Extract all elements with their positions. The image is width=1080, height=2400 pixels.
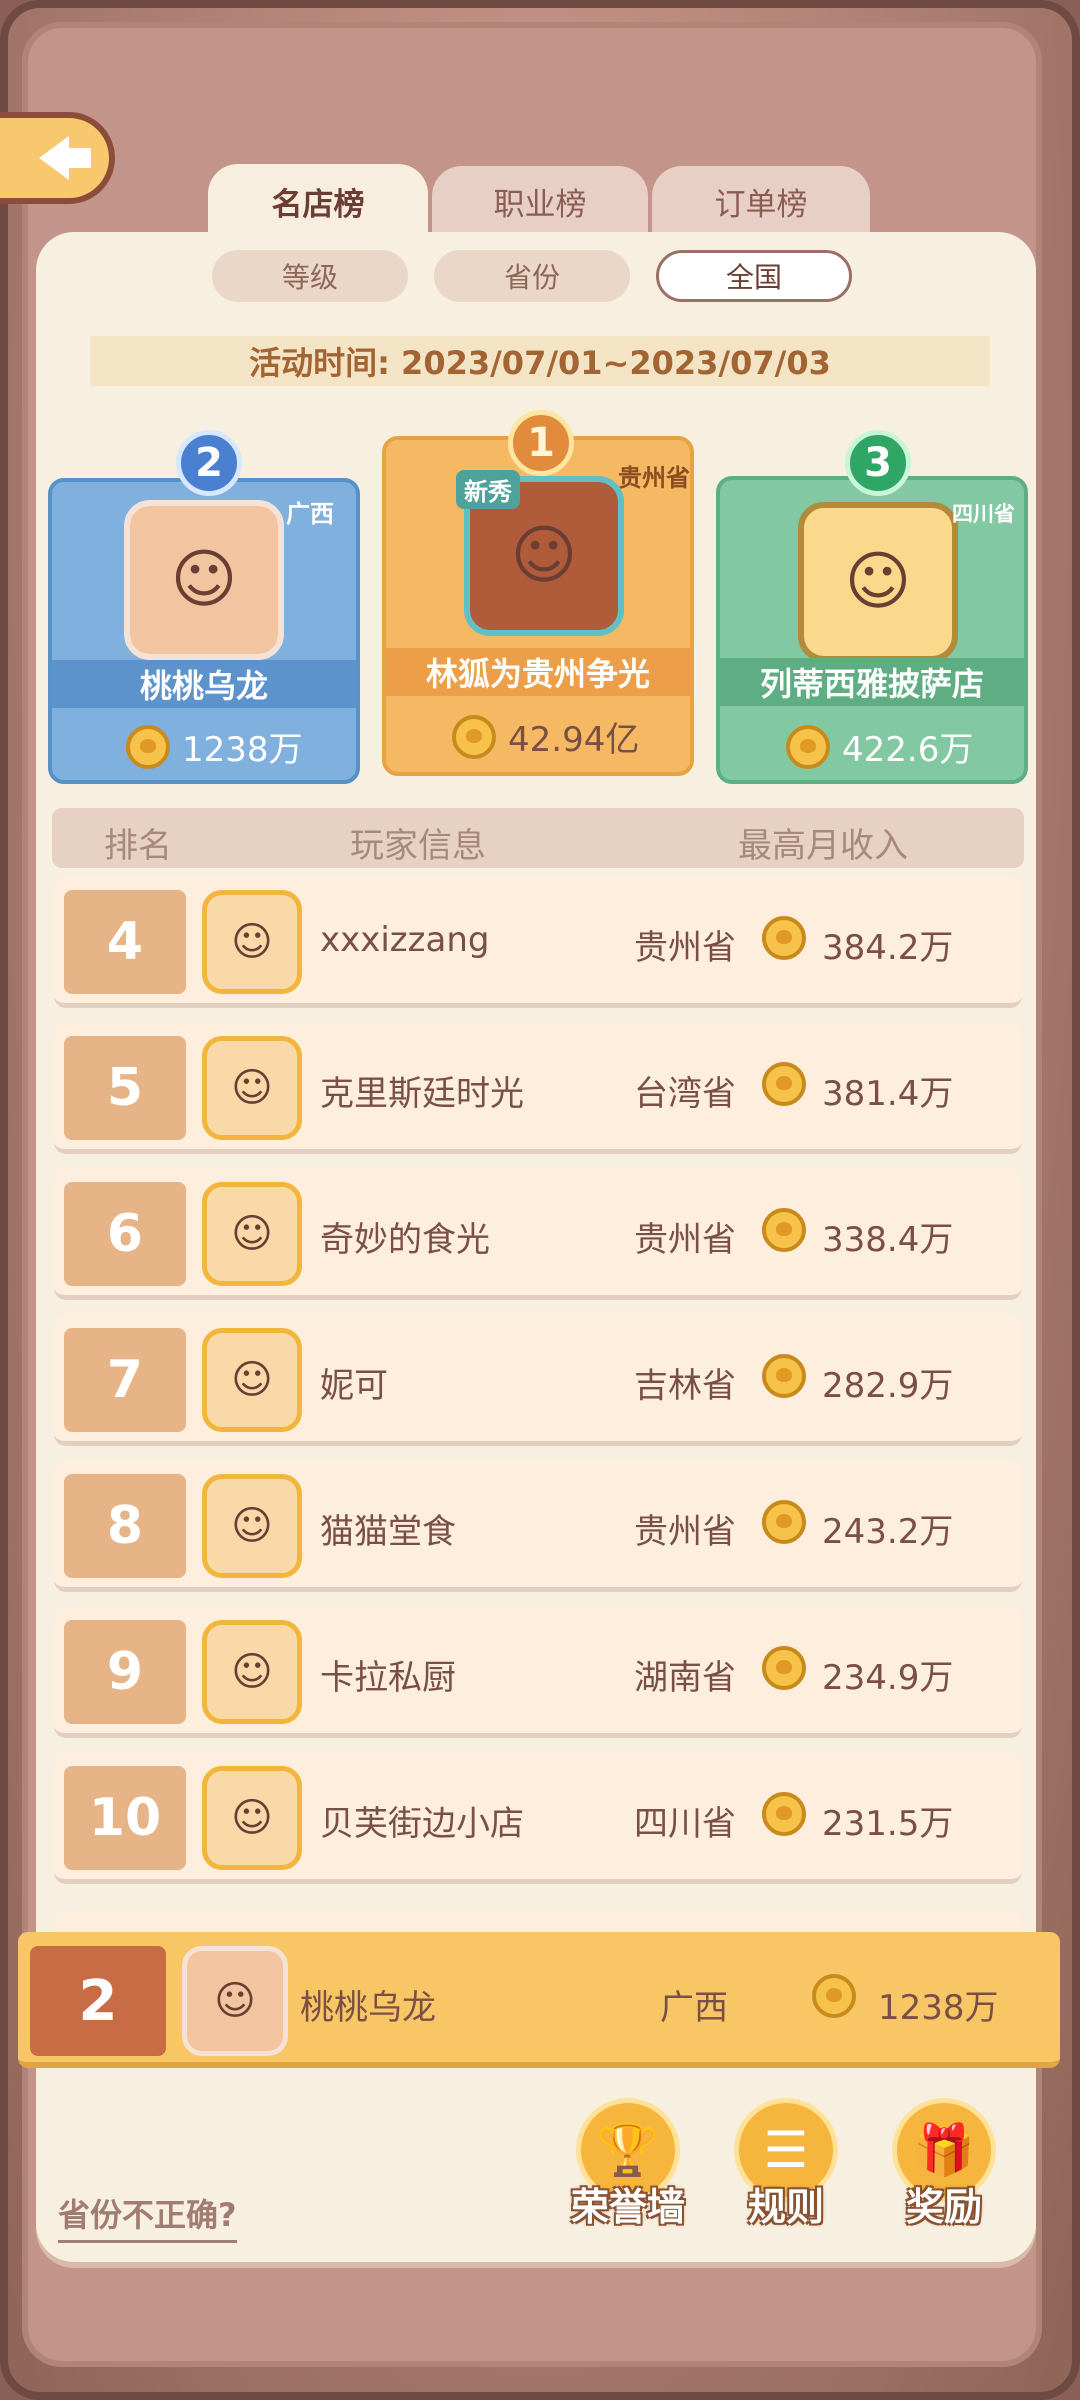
row-rank: 4	[64, 890, 186, 994]
row-income: 243.2万	[822, 1512, 954, 1552]
coin-icon	[812, 1974, 856, 2018]
honor-wall-label: 荣誉墙	[570, 2185, 685, 2229]
my-name: 桃桃乌龙	[300, 1988, 436, 2028]
rules-label: 规则	[747, 2185, 824, 2229]
table-row[interactable]: 6 ☺ 奇妙的食光 贵州省 338.4万	[54, 1168, 1022, 1300]
row-income: 282.9万	[822, 1366, 954, 1406]
medal-first-icon: 1	[508, 410, 574, 476]
avatar: ☺	[202, 890, 302, 994]
podium-first-province: 贵州省	[618, 464, 690, 492]
avatar: ☺	[202, 1036, 302, 1140]
coin-icon	[762, 1792, 806, 1836]
avatar: ☺	[124, 500, 284, 660]
tab-order[interactable]: 订单榜	[652, 166, 870, 236]
avatar: ☺	[202, 1182, 302, 1286]
row-province: 四川省	[634, 1804, 736, 1844]
table-row[interactable]: 5 ☺ 克里斯廷时光 台湾省 381.4万	[54, 1022, 1022, 1154]
coin-icon	[762, 1208, 806, 1252]
header-player: 玩家信息	[350, 826, 486, 866]
coin-icon	[762, 916, 806, 960]
coin-icon	[786, 724, 830, 769]
my-rank: 2	[30, 1946, 166, 2056]
list-header: 排名 玩家信息 最高月收入	[52, 808, 1024, 868]
row-rank: 7	[64, 1328, 186, 1432]
row-rank: 6	[64, 1182, 186, 1286]
podium-third-income: 422.6万	[842, 730, 974, 770]
row-province: 吉林省	[634, 1366, 736, 1406]
avatar: ☺	[798, 502, 958, 662]
row-rank: 10	[64, 1766, 186, 1870]
row-income: 338.4万	[822, 1220, 954, 1260]
coin-icon	[126, 724, 170, 769]
row-name: 卡拉私厨	[320, 1658, 456, 1698]
row-income: 231.5万	[822, 1804, 954, 1844]
honor-wall-button[interactable]: 🏆 荣誉墙	[558, 2098, 698, 2248]
avatar: ☺	[182, 1946, 288, 2056]
row-province: 贵州省	[634, 1512, 736, 1552]
row-province: 湖南省	[634, 1658, 736, 1698]
podium-second-province: 广西	[286, 500, 334, 528]
tab-profession[interactable]: 职业榜	[432, 166, 648, 236]
avatar: ☺	[202, 1620, 302, 1724]
avatar: ☺	[202, 1328, 302, 1432]
filter-level[interactable]: 等级	[212, 250, 408, 302]
avatar: ☺	[202, 1766, 302, 1870]
my-province: 广西	[660, 1988, 728, 2028]
my-rank-row[interactable]: 2 ☺ 桃桃乌龙 广西 1238万	[18, 1932, 1060, 2068]
filter-national[interactable]: 全国	[656, 250, 852, 302]
row-rank: 5	[64, 1036, 186, 1140]
row-province: 贵州省	[634, 1220, 736, 1260]
row-rank: 8	[64, 1474, 186, 1578]
activity-time: 活动时间: 2023/07/01~2023/07/03	[90, 336, 990, 386]
back-arrow-icon	[38, 136, 91, 180]
row-income: 234.9万	[822, 1658, 954, 1698]
my-income: 1238万	[878, 1988, 999, 2028]
podium-first-income: 42.94亿	[508, 720, 640, 760]
row-income: 384.2万	[822, 928, 954, 968]
row-province: 贵州省	[634, 928, 736, 968]
table-row[interactable]: 10 ☺ 贝芙街边小店 四川省 231.5万	[54, 1752, 1022, 1884]
medal-third-icon: 3	[845, 430, 911, 496]
back-button[interactable]	[0, 112, 115, 204]
tab-famous-shop[interactable]: 名店榜	[208, 164, 428, 238]
coin-icon	[762, 1646, 806, 1690]
medal-second-icon: 2	[176, 430, 242, 496]
row-income: 381.4万	[822, 1074, 954, 1114]
rewards-label: 奖励	[905, 2185, 982, 2229]
province-incorrect-link[interactable]: 省份不正确?	[58, 2190, 237, 2243]
new-badge: 新秀	[456, 470, 520, 509]
table-row[interactable]: 7 ☺ 妮可 吉林省 282.9万	[54, 1314, 1022, 1446]
header-rank: 排名	[104, 826, 172, 866]
podium-first-name: 林狐为贵州争光	[386, 648, 690, 696]
table-row[interactable]: 4 ☺ xxxizzang 贵州省 384.2万	[54, 876, 1022, 1008]
row-name: 猫猫堂食	[320, 1512, 456, 1552]
podium-second-name: 桃桃乌龙	[52, 660, 356, 708]
coin-icon	[762, 1354, 806, 1398]
row-name: 奇妙的食光	[320, 1220, 490, 1260]
table-row[interactable]: 9 ☺ 卡拉私厨 湖南省 234.9万	[54, 1606, 1022, 1738]
coin-icon	[762, 1062, 806, 1106]
podium-second-income: 1238万	[182, 730, 303, 770]
avatar: ☺	[202, 1474, 302, 1578]
table-row[interactable]: 8 ☺ 猫猫堂食 贵州省 243.2万	[54, 1460, 1022, 1592]
coin-icon	[452, 714, 496, 759]
coin-icon	[762, 1500, 806, 1544]
podium-third-province: 四川省	[952, 502, 1015, 526]
row-name: 贝芙街边小店	[320, 1804, 524, 1844]
rewards-button[interactable]: 🎁 奖励	[874, 2098, 1014, 2248]
row-name: 妮可	[320, 1366, 388, 1406]
podium-third-name: 列蒂西雅披萨店	[720, 658, 1024, 706]
row-name: xxxizzang	[320, 920, 490, 960]
header-income: 最高月收入	[738, 826, 908, 866]
row-rank: 9	[64, 1620, 186, 1724]
rules-button[interactable]: ☰ 规则	[716, 2098, 856, 2248]
filter-province[interactable]: 省份	[434, 250, 630, 302]
row-province: 台湾省	[634, 1074, 736, 1114]
row-name: 克里斯廷时光	[320, 1074, 524, 1114]
